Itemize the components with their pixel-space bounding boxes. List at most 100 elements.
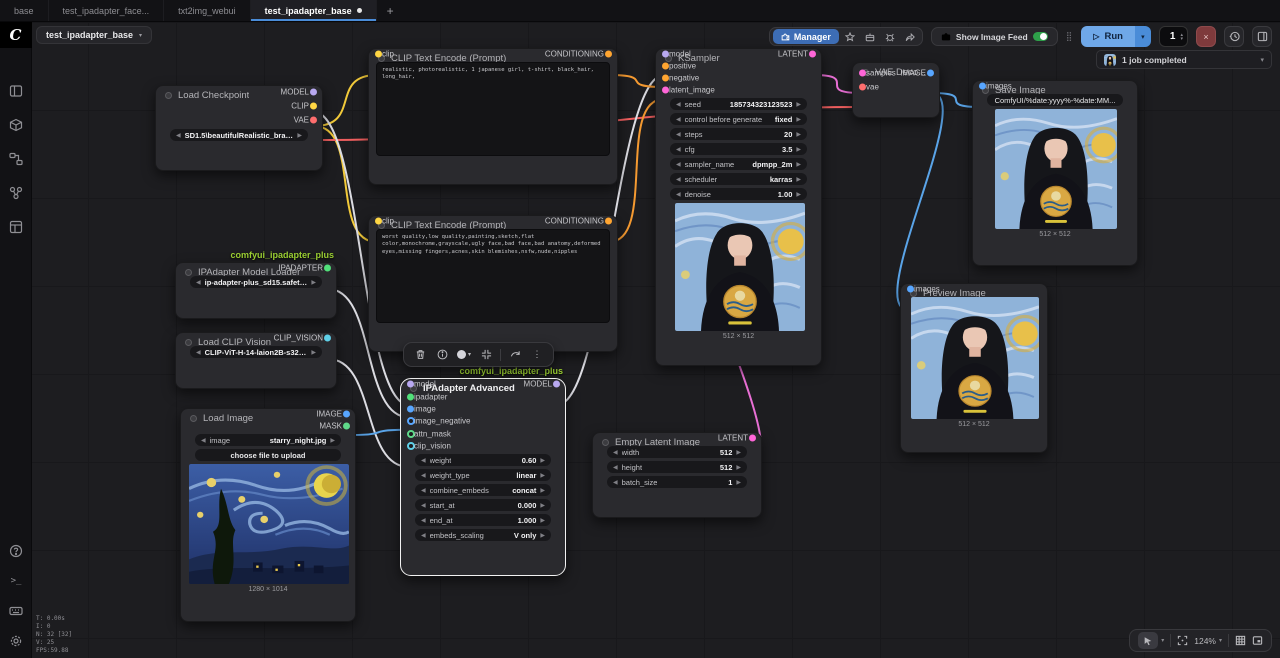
output-slot-IMAGE[interactable] <box>343 411 350 418</box>
decrement-arrow[interactable]: ◀ <box>201 437 206 444</box>
clear-queue-button[interactable]: × <box>1196 26 1216 47</box>
decrement-arrow[interactable]: ◀ <box>676 146 681 153</box>
widget-seed[interactable]: ◀seed185734323123523▶ <box>670 98 807 110</box>
widget-file-select[interactable]: ◀ip-adapter-plus_sd15.safetens ...▶ <box>190 276 322 288</box>
input-slot-clip[interactable] <box>375 51 382 58</box>
increment-arrow[interactable]: ▶ <box>540 502 545 509</box>
prev-arrow[interactable]: ◀ <box>196 279 201 286</box>
output-slot-CLIP[interactable] <box>310 103 317 110</box>
increment-arrow[interactable]: ▶ <box>796 101 801 108</box>
output-slot-LATENT[interactable] <box>809 51 816 58</box>
missing-nodes-icon[interactable] <box>881 29 899 44</box>
input-slot-negative[interactable] <box>662 75 669 82</box>
node-save_image[interactable]: Save ImageimagesComfyUI/%date:yyyy%-%dat… <box>972 80 1138 266</box>
output-slot-CONDITIONING[interactable] <box>605 218 612 225</box>
show-image-feed-toggle[interactable]: Show Image Feed <box>935 32 1054 42</box>
templates-icon[interactable] <box>0 212 32 242</box>
toolbar-drag-handle[interactable]: ⣿ <box>1066 31 1074 42</box>
node-load_image[interactable]: Load ImageIMAGEMASK◀imagestarry_night.jp… <box>180 408 356 622</box>
next-arrow[interactable]: ▶ <box>311 279 316 286</box>
node-color-icon[interactable]: ▾ <box>454 346 474 363</box>
increment-arrow[interactable]: ▶ <box>796 176 801 183</box>
node-ksampler[interactable]: KSamplermodelLATENTpositivenegativelaten… <box>655 48 822 366</box>
settings-gear-icon[interactable] <box>0 626 32 656</box>
increment-arrow[interactable]: ▶ <box>796 191 801 198</box>
model-library-icon[interactable] <box>0 110 32 140</box>
pointer-tool-button[interactable]: ▾ <box>1138 632 1164 649</box>
zoom-level-menu[interactable]: 124% ▾ <box>1194 636 1222 646</box>
node-load_checkpoint[interactable]: Load CheckpointMODELCLIPVAE◀SD1.5\beauti… <box>155 85 323 171</box>
workflows-icon[interactable] <box>0 76 32 106</box>
fit-view-button[interactable] <box>1177 635 1188 646</box>
toggle-panel-button[interactable] <box>1252 26 1272 47</box>
input-slot-latent_image[interactable] <box>662 87 669 94</box>
decrement-arrow[interactable]: ◀ <box>421 502 426 509</box>
input-slot-vae[interactable] <box>859 84 866 91</box>
output-slot-CONDITIONING[interactable] <box>605 51 612 58</box>
increment-arrow[interactable]: ▶ <box>796 146 801 153</box>
increment-arrow[interactable]: ▶ <box>540 457 545 464</box>
widget-end_at[interactable]: ◀end_at1.000▶ <box>415 514 551 526</box>
decrement-arrow[interactable]: ◀ <box>421 457 426 464</box>
output-slot-MODEL[interactable] <box>553 381 560 388</box>
decrement-arrow[interactable]: ◀ <box>421 532 426 539</box>
widget-text[interactable]: ComfyUI/%date:yyyy%-%date:MM... <box>987 94 1123 106</box>
increment-arrow[interactable]: ▶ <box>736 464 741 471</box>
increment-arrow[interactable]: ▶ <box>736 449 741 456</box>
output-slot-CLIP_VISION[interactable] <box>324 335 331 342</box>
widget-weight_type[interactable]: ◀weight_typelinear▶ <box>415 469 551 481</box>
input-slot-model[interactable] <box>407 381 414 388</box>
toggle-grid-button[interactable] <box>1235 635 1246 646</box>
shortcuts-icon[interactable] <box>0 596 32 626</box>
prev-arrow[interactable]: ◀ <box>196 349 201 356</box>
node-empty_latent[interactable]: Empty Latent ImageLATENT◀width512▶◀heigh… <box>592 432 762 518</box>
history-button[interactable] <box>1224 26 1244 47</box>
increment-arrow[interactable]: ▶ <box>540 487 545 494</box>
minimap-button[interactable] <box>1252 635 1263 646</box>
increment-arrow[interactable]: ▶ <box>796 116 801 123</box>
increment-arrow[interactable]: ▶ <box>540 517 545 524</box>
decrement-arrow[interactable]: ◀ <box>421 487 426 494</box>
widget-upload-button[interactable]: choose file to upload <box>195 449 341 461</box>
graph-canvas[interactable]: Load CheckpointMODELCLIPVAE◀SD1.5\beauti… <box>0 22 1280 658</box>
widget-combine_embeds[interactable]: ◀combine_embedsconcat▶ <box>415 484 551 496</box>
widget-steps[interactable]: ◀steps20▶ <box>670 128 807 140</box>
input-slot-samples[interactable] <box>859 70 866 77</box>
decrement-arrow[interactable]: ◀ <box>676 116 681 123</box>
run-options-caret[interactable]: ▾ <box>1135 26 1151 47</box>
decrement-arrow[interactable]: ◀ <box>676 191 681 198</box>
tab-txt2img-webui[interactable]: txt2img_webui <box>164 0 251 21</box>
new-tab-button[interactable]: + <box>377 0 404 21</box>
subgraph-icon[interactable] <box>0 178 32 208</box>
tab-test-ipadapter-base[interactable]: test_ipadapter_base <box>251 0 377 21</box>
widget-batch_size[interactable]: ◀batch_size1▶ <box>607 476 747 488</box>
node-more-options-icon[interactable]: ⋮ <box>527 346 547 363</box>
manager-button[interactable]: Manager <box>773 29 839 44</box>
input-slot-ipadapter[interactable] <box>407 393 414 400</box>
output-slot-LATENT[interactable] <box>749 435 756 442</box>
node-ipadapter_advanced[interactable]: comfyui_ipadapter_plusIPAdapter Advanced… <box>400 378 566 576</box>
bypass-node-icon[interactable] <box>505 346 525 363</box>
node-clip_encode_neg[interactable]: CLIP Text Encode (Prompt)clipCONDITIONIN… <box>368 215 618 352</box>
decrement-arrow[interactable]: ◀ <box>613 449 618 456</box>
output-slot-MASK[interactable] <box>343 423 350 430</box>
count-stepper[interactable]: ▴▾ <box>1180 33 1183 41</box>
node-vae_decode[interactable]: VAE Deco...samplesIMAGEvae <box>852 62 940 118</box>
widget-cfg[interactable]: ◀cfg3.5▶ <box>670 143 807 155</box>
widget-image[interactable]: ◀imagestarry_night.jpg▶ <box>195 434 341 446</box>
input-slot-positive[interactable] <box>662 63 669 70</box>
run-button[interactable]: ▷ Run <box>1081 26 1135 47</box>
output-slot-IMAGE[interactable] <box>927 70 934 77</box>
job-status-bar[interactable]: 1 job completed ▾ <box>1096 50 1272 69</box>
widget-start_at[interactable]: ◀start_at0.000▶ <box>415 499 551 511</box>
next-arrow[interactable]: ▶ <box>297 132 302 139</box>
output-slot-VAE[interactable] <box>310 117 317 124</box>
node-info-icon[interactable] <box>432 346 452 363</box>
widget-width[interactable]: ◀width512▶ <box>607 446 747 458</box>
batch-count-input[interactable]: 1 ▴▾ <box>1159 26 1188 47</box>
decrement-arrow[interactable]: ◀ <box>421 472 426 479</box>
widget-sampler_name[interactable]: ◀sampler_namedpmpp_2m▶ <box>670 158 807 170</box>
collapse-node-icon[interactable] <box>476 346 496 363</box>
widget-file-select[interactable]: ◀SD1.5\beautifulRealistic_brav5. ...▶ <box>170 129 308 141</box>
widget-scheduler[interactable]: ◀schedulerkarras▶ <box>670 173 807 185</box>
